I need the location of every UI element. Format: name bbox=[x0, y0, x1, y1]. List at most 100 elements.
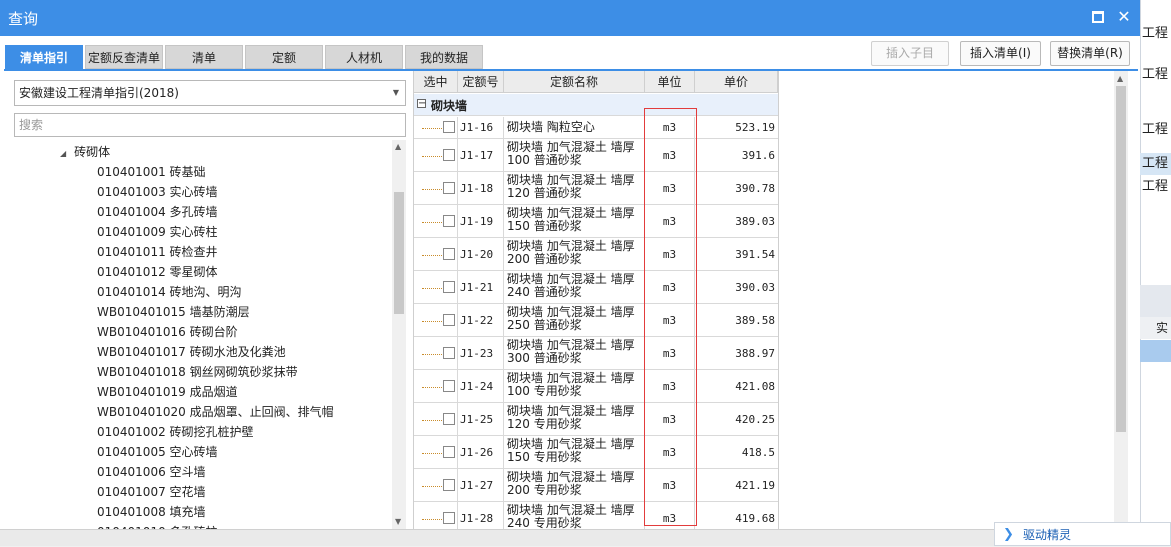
name-cell: 砌块墙 加气混凝土 墙厚 150 专用砂浆 bbox=[504, 436, 645, 468]
select-cell bbox=[414, 139, 458, 171]
tree-connector bbox=[422, 320, 442, 322]
tree-item[interactable]: 010401006 空斗墙 bbox=[14, 462, 392, 482]
tree-item[interactable]: WB010401019 成品烟道 bbox=[14, 382, 392, 402]
row-checkbox[interactable] bbox=[443, 247, 455, 260]
table-row[interactable]: J1-20 砌块墙 加气混凝土 墙厚 200 普通砂浆 m3 391.54 bbox=[414, 238, 778, 271]
table-row[interactable]: J1-18 砌块墙 加气混凝土 墙厚 120 普通砂浆 m3 390.78 bbox=[414, 172, 778, 205]
tab-quota[interactable]: 定额 bbox=[245, 45, 323, 69]
name-cell: 砌块墙 加气混凝土 墙厚 120 普通砂浆 bbox=[504, 172, 645, 204]
table-row[interactable]: J1-21 砌块墙 加气混凝土 墙厚 240 普通砂浆 m3 390.03 bbox=[414, 271, 778, 304]
background-list-item[interactable]: 工程 bbox=[1140, 23, 1171, 45]
tree-parent-label: 砖砌体 bbox=[74, 145, 111, 159]
col-header-code[interactable]: 定额号 bbox=[458, 71, 504, 93]
code-cell: J1-21 bbox=[458, 271, 504, 303]
col-header-unit[interactable]: 单位 bbox=[645, 71, 695, 93]
scroll-up-icon[interactable]: ▲ bbox=[395, 142, 401, 151]
table-row[interactable]: J1-22 砌块墙 加气混凝土 墙厚 250 普通砂浆 m3 389.58 bbox=[414, 304, 778, 337]
name-cell: 砌块墙 加气混凝土 墙厚 250 普通砂浆 bbox=[504, 304, 645, 336]
row-checkbox[interactable] bbox=[443, 121, 455, 133]
name-cell: 砌块墙 加气混凝土 墙厚 100 专用砂浆 bbox=[504, 370, 645, 402]
left-scroll-thumb[interactable] bbox=[394, 192, 404, 314]
collapse-icon[interactable]: − bbox=[417, 99, 426, 109]
name-line: 120 普通砂浆 bbox=[507, 186, 582, 200]
table-row[interactable]: J1-23 砌块墙 加气混凝土 墙厚 300 普通砂浆 m3 388.97 bbox=[414, 337, 778, 370]
table-row[interactable]: J1-16 砌块墙 陶粒空心 m3 523.19 bbox=[414, 117, 778, 139]
tree-item[interactable]: 010401003 实心砖墙 bbox=[14, 182, 392, 202]
tree-item[interactable]: 010401011 砖检查井 bbox=[14, 242, 392, 262]
select-cell bbox=[414, 271, 458, 303]
dialog-title: 查询 bbox=[8, 10, 39, 28]
tree-item[interactable]: WB010401017 砖砌水池及化粪池 bbox=[14, 342, 392, 362]
maximize-button[interactable] bbox=[1087, 6, 1109, 28]
tree-connector bbox=[422, 353, 442, 355]
status-bar bbox=[0, 529, 1140, 546]
price-cell: 420.25 bbox=[735, 413, 775, 426]
tree-item[interactable]: 010401005 空心砖墙 bbox=[14, 442, 392, 462]
row-checkbox[interactable] bbox=[443, 214, 455, 227]
insert-list-button[interactable]: 插入清单(I) bbox=[960, 41, 1041, 66]
background-list-item[interactable]: 工程 bbox=[1140, 64, 1171, 86]
tab-reverse-lookup[interactable]: 定额反查清单 bbox=[85, 45, 163, 69]
search-input[interactable]: 搜索 bbox=[14, 113, 406, 137]
row-checkbox[interactable] bbox=[443, 412, 455, 425]
select-cell bbox=[414, 172, 458, 204]
col-header-name[interactable]: 定额名称 bbox=[504, 71, 645, 93]
group-row[interactable]: − 砌块墙 bbox=[414, 94, 778, 116]
row-checkbox[interactable] bbox=[443, 346, 455, 359]
row-checkbox[interactable] bbox=[443, 313, 455, 326]
replace-list-button[interactable]: 替换清单(R) bbox=[1050, 41, 1130, 66]
insert-child-button[interactable]: 插入子目 bbox=[871, 41, 949, 66]
tab-materials[interactable]: 人材机 bbox=[325, 45, 403, 69]
background-list-item[interactable]: 工程 bbox=[1140, 153, 1171, 175]
tree-item[interactable]: 010401014 砖地沟、明沟 bbox=[14, 282, 392, 302]
table-row[interactable]: J1-25 砌块墙 加气混凝土 墙厚 120 专用砂浆 m3 420.25 bbox=[414, 403, 778, 436]
tree-parent[interactable]: ◢ 砖砌体 bbox=[14, 142, 392, 162]
tree-item[interactable]: 010401007 空花墙 bbox=[14, 482, 392, 502]
tree-item[interactable]: 010401004 多孔砖墙 bbox=[14, 202, 392, 222]
tree-item[interactable]: 010401012 零星砌体 bbox=[14, 262, 392, 282]
row-checkbox[interactable] bbox=[443, 280, 455, 293]
tree-item[interactable]: WB010401015 墙基防潮层 bbox=[14, 302, 392, 322]
table-row[interactable]: J1-27 砌块墙 加气混凝土 墙厚 200 专用砂浆 m3 421.19 bbox=[414, 469, 778, 502]
col-header-select[interactable]: 选中 bbox=[414, 71, 458, 93]
row-checkbox[interactable] bbox=[443, 511, 455, 524]
background-list-item[interactable]: 工程 bbox=[1140, 119, 1171, 141]
row-checkbox[interactable] bbox=[443, 445, 455, 458]
name-line: 200 专用砂浆 bbox=[507, 483, 582, 497]
tree-connector bbox=[422, 221, 442, 223]
name-cell: 砌块墙 加气混凝土 墙厚 300 普通砂浆 bbox=[504, 337, 645, 369]
scroll-up-icon[interactable]: ▲ bbox=[1117, 74, 1123, 83]
background-selected-row[interactable] bbox=[1140, 340, 1171, 362]
row-checkbox[interactable] bbox=[443, 478, 455, 491]
chevron-down-icon: ▼ bbox=[392, 88, 399, 97]
dialog-titlebar[interactable] bbox=[0, 0, 1140, 36]
background-list-item[interactable]: 工程 bbox=[1140, 176, 1171, 198]
row-checkbox[interactable] bbox=[443, 181, 455, 194]
row-checkbox[interactable] bbox=[443, 379, 455, 392]
tree-item[interactable]: WB010401016 砖砌台阶 bbox=[14, 322, 392, 342]
price-cell: 523.19 bbox=[735, 121, 775, 134]
tree-item[interactable]: 010401002 砖砌挖孔桩护壁 bbox=[14, 422, 392, 442]
tree-item[interactable]: 010401001 砖基础 bbox=[14, 162, 392, 182]
table-row[interactable]: J1-19 砌块墙 加气混凝土 墙厚 150 普通砂浆 m3 389.03 bbox=[414, 205, 778, 238]
scroll-down-icon[interactable]: ▼ bbox=[395, 517, 401, 526]
close-button[interactable]: ✕ bbox=[1113, 6, 1135, 28]
dialog-scroll-thumb[interactable] bbox=[1116, 86, 1126, 432]
table-row[interactable]: J1-17 砌块墙 加气混凝土 墙厚 100 普通砂浆 m3 391.6 bbox=[414, 139, 778, 172]
tree-item[interactable]: WB010401020 成品烟罩、止回阀、排气帽 bbox=[14, 402, 392, 422]
tree-item[interactable]: 010401008 填充墙 bbox=[14, 502, 392, 522]
col-header-price[interactable]: 单价 bbox=[695, 71, 778, 93]
table-row[interactable]: J1-26 砌块墙 加气混凝土 墙厚 150 专用砂浆 m3 418.5 bbox=[414, 436, 778, 469]
tray-notification[interactable]: ❯ 驱动精灵 bbox=[994, 522, 1171, 546]
tree-item[interactable]: 010401009 实心砖柱 bbox=[14, 222, 392, 242]
row-checkbox[interactable] bbox=[443, 148, 455, 161]
tab-my-data[interactable]: 我的数据 bbox=[405, 45, 483, 69]
name-line: 120 专用砂浆 bbox=[507, 417, 582, 431]
guide-select[interactable]: 安徽建设工程清单指引(2018) ▼ bbox=[14, 80, 406, 106]
table-row[interactable]: J1-24 砌块墙 加气混凝土 墙厚 100 专用砂浆 m3 421.08 bbox=[414, 370, 778, 403]
tab-guide[interactable]: 清单指引 bbox=[5, 45, 83, 69]
code-cell: J1-17 bbox=[458, 139, 504, 171]
price-cell: 389.58 bbox=[735, 314, 775, 327]
tree-item[interactable]: WB010401018 钢丝网砌筑砂浆抹带 bbox=[14, 362, 392, 382]
tab-list[interactable]: 清单 bbox=[165, 45, 243, 69]
